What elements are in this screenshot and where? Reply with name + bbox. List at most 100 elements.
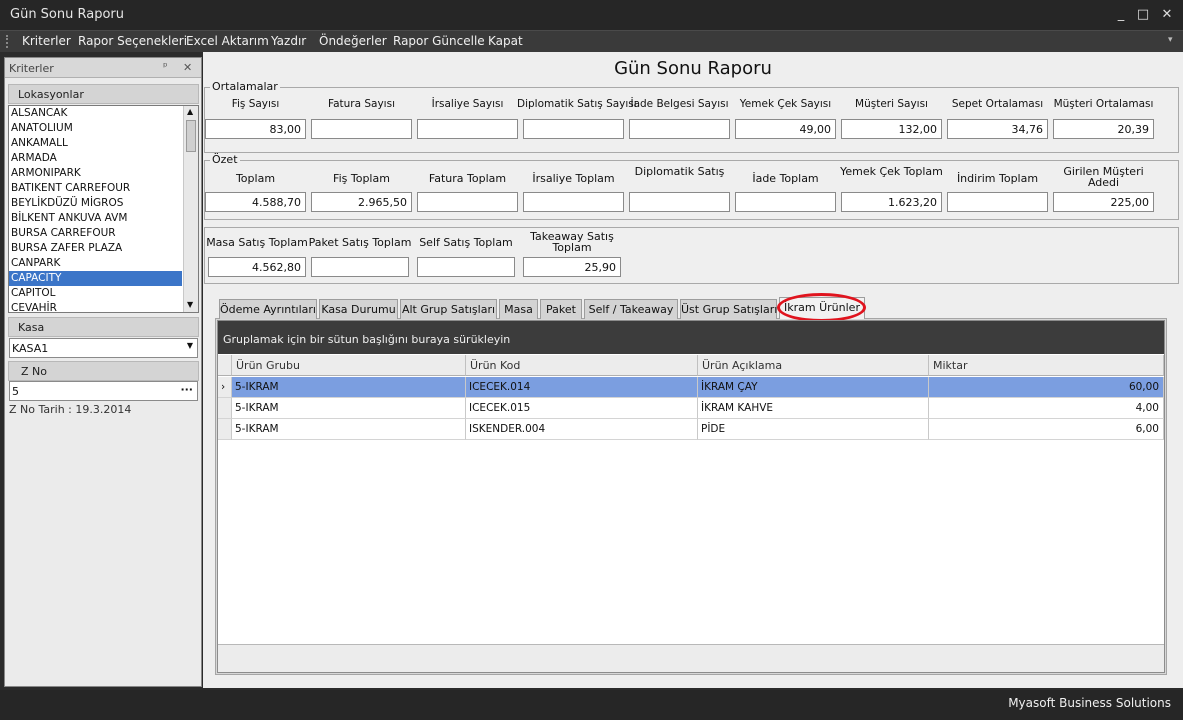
diplomatik-satis-label: Diplomatik Satış [634,165,725,178]
location-item[interactable]: ALSANCAK [9,106,182,121]
group-panel[interactable]: Gruplamak için bir sütun başlığını buray… [218,321,1164,354]
indirim-toplam-field[interactable] [947,192,1048,212]
panel-close-icon[interactable]: ✕ [183,61,192,74]
iade-belgesi-sayisi-label: İade Belgesi Sayısı [630,98,729,110]
irsaliye-toplam-field[interactable] [523,192,624,212]
zno-label: Z No [21,365,47,378]
tab-ust-grup-satislari[interactable]: Üst Grup Satışları [680,299,777,319]
menu-yazdir[interactable]: Yazdır [271,34,306,48]
location-item[interactable]: CANPARK [9,256,182,271]
fatura-sayisi-field[interactable] [311,119,412,139]
menu-kriterler[interactable]: Kriterler [22,34,71,48]
kasa-section-header: Kasa [8,317,199,337]
fis-toplam-field[interactable]: 2.965,50 [311,192,412,212]
yemek-cek-toplam-field[interactable]: 1.623,20 [841,192,942,212]
grid-cell[interactable]: İKRAM ÇAY [698,377,929,398]
musteri-ortalamasi-field[interactable]: 20,39 [1053,119,1154,139]
scroll-down-icon[interactable]: ▼ [187,300,193,309]
location-item[interactable]: ANKAMALL [9,136,182,151]
grid-cell[interactable]: 5-IKRAM [232,419,466,440]
criteria-panel-header: Kriterler ᵖ ✕ [5,58,201,78]
grid-footer [218,644,1164,672]
location-item[interactable]: ANATOLIUM [9,121,182,136]
toplam-field[interactable]: 4.588,70 [205,192,306,212]
location-item[interactable]: CEVAHİR [9,301,182,312]
scroll-up-icon[interactable]: ▲ [187,107,193,116]
grid-cell[interactable]: 5-IKRAM [232,377,466,398]
menu-ondegerler[interactable]: Öndeğerler [319,34,387,48]
grid-cell[interactable]: 5-IKRAM [232,398,466,419]
tab-odeme-ayrintilari[interactable]: Ödeme Ayrıntıları [219,299,317,319]
ellipsis-button-icon[interactable]: ··· [180,383,193,396]
fatura-toplam-label: Fatura Toplam [428,172,507,185]
chevron-down-icon[interactable]: ▼ [187,341,193,350]
grid-cell[interactable]: 60,00 [929,377,1164,398]
grid-cell[interactable]: ISKENDER.004 [466,419,698,440]
location-item[interactable]: BURSA CARREFOUR [9,226,182,241]
locations-section-header: Lokasyonlar [8,84,199,104]
diplomatik-satis-sayisi-field[interactable] [523,119,624,139]
fatura-toplam-field[interactable] [417,192,518,212]
column-header-miktar[interactable]: Miktar [929,355,1164,376]
menu-bar: Kriterler Rapor Seçenekleri Excel Aktarı… [0,30,1183,52]
close-window-button[interactable]: ✕ [1156,6,1178,24]
kasa-select[interactable]: KASA1 ▼ [9,338,198,358]
grid-cell[interactable]: İKRAM KAHVE [698,398,929,419]
takeaway-satis-toplam-field[interactable]: 25,90 [523,257,621,277]
yemek-cek-sayisi-field[interactable]: 49,00 [735,119,836,139]
masa-satis-toplam-label: Masa Satış Toplam [206,236,308,249]
fis-sayisi-field[interactable]: 83,00 [205,119,306,139]
tab-masa[interactable]: Masa [499,299,538,319]
self-satis-toplam-field[interactable] [417,257,515,277]
tab-alt-grup-satislari[interactable]: Alt Grup Satışları [400,299,497,319]
grid-cell[interactable]: 4,00 [929,398,1164,419]
locations-items: ALSANCAK ANATOLIUM ANKAMALL ARMADA ARMONIPAR… [9,106,182,312]
location-item[interactable]: BEYLİKDÜZÜ MİGROS [9,196,182,211]
locations-list[interactable]: ALSANCAK ANATOLIUM ANKAMALL ARMADA ARMONIPAR… [8,105,199,313]
row-indicator [218,419,232,440]
location-item[interactable]: BATIKENT CARREFOUR [9,181,182,196]
iade-belgesi-sayisi-field[interactable] [629,119,730,139]
maximize-button[interactable]: □ [1132,6,1154,24]
sepet-ortalamasi-field[interactable]: 34,76 [947,119,1048,139]
location-item[interactable]: CAPACITY [9,271,182,286]
title-bar: Gün Sonu Raporu _ □ ✕ [0,0,1183,30]
fis-toplam-label: Fiş Toplam [333,172,390,185]
grid-cell[interactable]: 6,00 [929,419,1164,440]
menu-excel-aktarim[interactable]: Excel Aktarım [186,34,269,48]
column-header-urun-kod[interactable]: Ürün Kod [466,355,698,376]
tab-kasa-durumu[interactable]: Kasa Durumu [319,299,398,319]
iade-toplam-field[interactable] [735,192,836,212]
minimize-button[interactable]: _ [1110,6,1132,24]
menu-rapor-guncelle[interactable]: Rapor Güncelle [393,34,485,48]
column-header-urun-grubu[interactable]: Ürün Grubu [232,355,466,376]
location-item[interactable]: CAPITOL [9,286,182,301]
grid-cell[interactable]: ICECEK.015 [466,398,698,419]
column-header-urun-aciklama[interactable]: Ürün Açıklama [698,355,929,376]
menu-kapat[interactable]: Kapat [488,34,523,48]
diplomatik-satis-field[interactable] [629,192,730,212]
grid-cell[interactable]: PİDE [698,419,929,440]
tab-paket[interactable]: Paket [540,299,582,319]
location-item[interactable]: BURSA ZAFER PLAZA [9,241,182,256]
irsaliye-sayisi-field[interactable] [417,119,518,139]
menu-rapor-secenekleri[interactable]: Rapor Seçenekleri [78,34,187,48]
musteri-sayisi-field[interactable]: 132,00 [841,119,942,139]
report-title: Gün Sonu Raporu [614,58,772,79]
girilen-musteri-adedi-field[interactable]: 225,00 [1053,192,1154,212]
kasa-label: Kasa [18,321,45,334]
location-item[interactable]: BİLKENT ANKUVA AVM [9,211,182,226]
tab-self-takeaway[interactable]: Self / Takeaway [584,299,678,319]
kasa-value: KASA1 [12,342,49,355]
menu-overflow-icon[interactable]: ▾ [1168,35,1173,45]
masa-satis-toplam-field[interactable]: 4.562,80 [208,257,306,277]
zno-field[interactable]: 5 ··· [9,381,198,401]
scrollbar-thumb[interactable] [186,120,196,152]
grid-cell[interactable]: ICECEK.014 [466,377,698,398]
location-item[interactable]: ARMADA [9,151,182,166]
locations-scrollbar[interactable]: ▲ ▼ [183,106,198,312]
pin-icon[interactable]: ᵖ [163,60,168,73]
location-item[interactable]: ARMONIPARK [9,166,182,181]
sepet-ortalamasi-label: Sepet Ortalaması [951,98,1044,110]
paket-satis-toplam-field[interactable] [311,257,409,277]
